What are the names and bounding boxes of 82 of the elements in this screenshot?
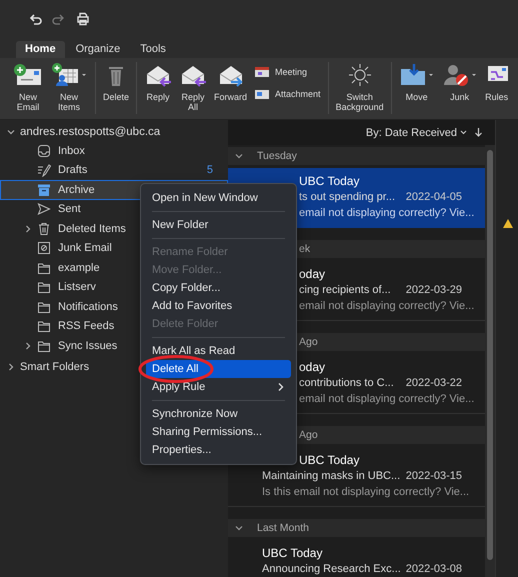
sort-arrow-icon[interactable] bbox=[474, 127, 483, 138]
sort-dropdown[interactable]: By: Date Received bbox=[366, 126, 468, 138]
message-sender: UBC Today bbox=[299, 453, 360, 467]
message-subject: cing recipients of... bbox=[299, 284, 392, 296]
ribbon-button[interactable]: Attachment bbox=[251, 88, 324, 100]
message-date: 2022-03-15 bbox=[406, 470, 462, 482]
group-header: ek bbox=[298, 243, 310, 255]
ribbon-button[interactable]: Forward bbox=[211, 62, 250, 102]
ribbon-button[interactable]: Switch Background bbox=[332, 62, 387, 112]
ribbon-button[interactable]: Move bbox=[396, 62, 438, 102]
menu-item[interactable]: Delete All bbox=[146, 360, 291, 378]
folder-item[interactable]: Drafts 5 bbox=[0, 160, 228, 180]
ribbon-button[interactable]: Delete bbox=[100, 62, 132, 102]
ribbon-button[interactable]: Reply All bbox=[176, 62, 210, 112]
scrollbar-thumb[interactable] bbox=[487, 150, 493, 560]
ribbon-tab[interactable]: Home bbox=[16, 41, 65, 58]
paper-plane-icon bbox=[37, 202, 51, 216]
blocked-person-icon bbox=[442, 63, 470, 87]
ribbon-button[interactable]: Meeting bbox=[251, 66, 324, 78]
message-preview: email not displaying correctly? Vie... bbox=[299, 207, 474, 219]
smart-folders-label[interactable]: Smart Folders bbox=[20, 360, 90, 372]
chevron-right-icon[interactable] bbox=[6, 362, 16, 372]
attachment-icon bbox=[254, 88, 270, 100]
archive-icon bbox=[37, 182, 51, 197]
trash-icon bbox=[37, 222, 51, 236]
account-label[interactable]: andres.restospotts@ubc.ca bbox=[20, 126, 160, 138]
folder-icon bbox=[37, 300, 51, 314]
caret-down-icon bbox=[470, 71, 478, 79]
message-sender: oday bbox=[299, 360, 326, 374]
sun-icon bbox=[346, 63, 373, 87]
message-date: 2022-04-05 bbox=[406, 191, 462, 203]
ribbon-button[interactable]: Reply bbox=[141, 62, 176, 102]
ribbon-button[interactable]: Junk bbox=[438, 62, 481, 102]
chevron-right-icon[interactable] bbox=[23, 340, 33, 351]
caret-down-icon bbox=[80, 71, 88, 79]
message-preview: email not displaying correctly? Vie... bbox=[299, 393, 474, 405]
ribbon-button[interactable]: New Email bbox=[10, 62, 46, 112]
inbox-icon bbox=[37, 144, 51, 158]
folder-item[interactable]: Inbox bbox=[0, 141, 228, 160]
group-header: Tuesday bbox=[257, 150, 297, 162]
folder-icon bbox=[37, 338, 51, 353]
message-date: 2022-03-29 bbox=[406, 284, 462, 296]
new-items-icon bbox=[50, 63, 80, 87]
message-subject: ts out spending pr... bbox=[299, 191, 396, 203]
message-subject: Announcing Research Exc... bbox=[262, 563, 402, 575]
group-header: Ago bbox=[298, 336, 318, 348]
message-subject: contributions to C... bbox=[299, 377, 395, 389]
message-date: 2022-03-08 bbox=[406, 563, 462, 575]
message-preview: Is this email not displaying correctly? Vie... bbox=[262, 486, 470, 498]
reply-all-icon bbox=[179, 63, 208, 87]
chevron-down-icon[interactable] bbox=[6, 127, 16, 137]
message-sender: UBC Today bbox=[262, 546, 322, 560]
chevron-right-icon bbox=[277, 382, 285, 392]
ribbon-tab[interactable]: Organize bbox=[66, 41, 130, 58]
warning-icon bbox=[502, 218, 514, 229]
ribbon-button[interactable]: New Items bbox=[47, 62, 91, 112]
message-preview: email not displaying correctly? Vie... bbox=[299, 300, 474, 312]
folder-icon bbox=[37, 280, 51, 294]
chevron-down-icon bbox=[459, 128, 468, 137]
folder-icon bbox=[37, 319, 51, 334]
menu-item[interactable]: Sharing Permissions... bbox=[146, 423, 291, 441]
junk-folder-icon bbox=[37, 241, 51, 256]
message-sender: UBC Today bbox=[299, 174, 360, 188]
caret-down-icon bbox=[426, 71, 435, 79]
new-email-icon bbox=[13, 63, 43, 87]
pencil-icon bbox=[37, 163, 51, 178]
ribbon-tab[interactable]: Tools bbox=[131, 41, 175, 58]
chevron-right-icon[interactable] bbox=[23, 224, 33, 234]
print-icon[interactable] bbox=[76, 12, 90, 26]
folder-icon bbox=[37, 260, 51, 275]
chevron-down-icon[interactable] bbox=[234, 151, 244, 161]
folder-move-icon bbox=[398, 63, 427, 87]
calendar-icon bbox=[254, 66, 270, 78]
chevron-down-icon[interactable] bbox=[234, 523, 244, 533]
undo-icon[interactable] bbox=[28, 12, 42, 26]
message-subject: Maintaining masks in UBC... bbox=[262, 470, 402, 482]
message-date: 2022-03-22 bbox=[406, 377, 462, 389]
ribbon-button[interactable]: Rules bbox=[482, 62, 512, 102]
redo-icon[interactable] bbox=[52, 12, 66, 26]
group-header: Last Month bbox=[257, 522, 309, 534]
reply-icon bbox=[144, 63, 172, 87]
message-sender: oday bbox=[299, 267, 326, 281]
